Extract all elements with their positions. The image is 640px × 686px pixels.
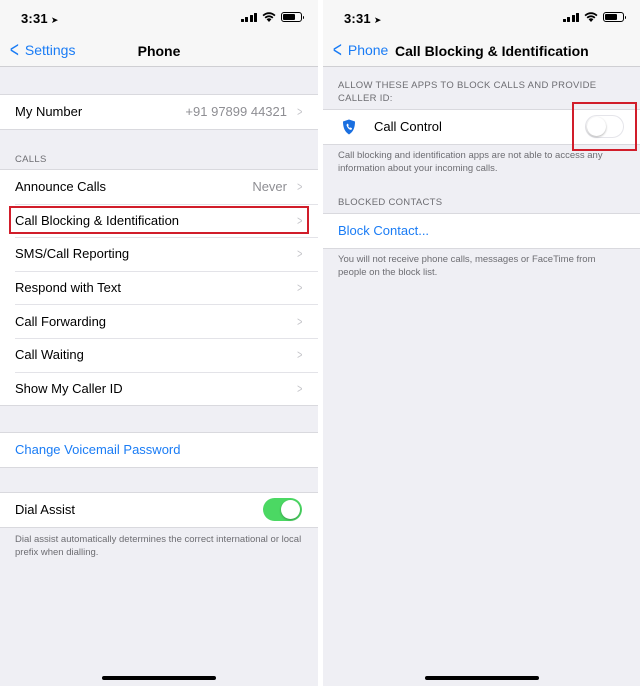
- dial-assist-row: Dial Assist: [0, 493, 318, 527]
- dial-assist-group: Dial Assist: [0, 492, 318, 528]
- chevron-right-icon: >: [297, 212, 303, 228]
- location-arrow-icon: ➤: [373, 15, 382, 25]
- announce-calls-row[interactable]: Announce Calls Never >: [0, 170, 318, 204]
- nav-bar: < Phone Call Blocking & Identification: [323, 36, 640, 67]
- shield-phone-icon: [343, 119, 355, 135]
- call-forwarding-row[interactable]: Call Forwarding >: [0, 304, 318, 338]
- chevron-right-icon: >: [297, 179, 303, 195]
- toggle-knob: [587, 117, 606, 137]
- back-button[interactable]: < Phone: [331, 37, 389, 62]
- sms-call-reporting-row[interactable]: SMS/Call Reporting >: [0, 237, 318, 271]
- nav-bar: < Settings Phone: [0, 36, 318, 67]
- row-label: Show My Caller ID: [15, 380, 123, 396]
- chevron-right-icon: >: [297, 313, 303, 329]
- block-contact-link[interactable]: Block Contact...: [338, 223, 429, 238]
- status-time: 3:31: [344, 11, 371, 26]
- chevron-right-icon: >: [297, 246, 303, 262]
- change-voicemail-password-row[interactable]: Change Voicemail Password: [0, 433, 318, 467]
- dial-assist-note: Dial assist automatically determines the…: [15, 534, 302, 558]
- phone-settings-screen: 3:31 ➤ < Settings Phone My Number +91 978…: [0, 0, 318, 686]
- voicemail-group: Change Voicemail Password: [0, 432, 318, 468]
- row-label: Announce Calls: [15, 179, 107, 195]
- calls-group: Announce Calls Never > Call Blocking & I…: [0, 169, 318, 407]
- call-blocking-screen: 3:31 ➤ < Phone Call Blocking & Identifica…: [323, 0, 640, 686]
- dial-assist-toggle[interactable]: [263, 498, 302, 522]
- allow-apps-note: Call blocking and identification apps ar…: [338, 150, 603, 174]
- my-number-row[interactable]: My Number +91 97899 44321 >: [0, 95, 318, 129]
- row-label: Respond with Text: [15, 280, 121, 296]
- chevron-right-icon: >: [297, 347, 303, 363]
- chevron-right-icon: >: [297, 280, 303, 296]
- status-bar: 3:31 ➤: [323, 0, 640, 36]
- row-label: SMS/Call Reporting: [15, 246, 130, 262]
- change-voicemail-password-link[interactable]: Change Voicemail Password: [15, 442, 180, 457]
- blocked-contacts-note: You will not receive phone calls, messag…: [338, 254, 596, 278]
- row-label: Dial Assist: [15, 502, 75, 518]
- row-value: +91 97899 44321: [185, 104, 287, 120]
- block-contact-row[interactable]: Block Contact...: [323, 214, 640, 248]
- status-bar: 3:31 ➤: [0, 0, 318, 36]
- call-control-toggle[interactable]: [585, 115, 624, 139]
- toggle-knob: [281, 500, 300, 520]
- row-label: Call Forwarding: [15, 313, 107, 329]
- signal-icon: [240, 12, 257, 22]
- status-time: 3:31: [21, 11, 48, 26]
- blocked-contacts-section-header: BLOCKED CONTACTS: [338, 197, 443, 208]
- page-title: Call Blocking & Identification: [395, 43, 589, 59]
- battery-icon: [281, 12, 304, 22]
- row-label: Call Waiting: [15, 347, 84, 363]
- location-arrow-icon: ➤: [50, 15, 59, 25]
- back-label: Phone: [347, 42, 389, 58]
- call-control-row: Call Control: [323, 110, 640, 144]
- app-label: Call Control: [374, 119, 442, 135]
- row-value: Never: [252, 179, 287, 195]
- show-caller-id-row[interactable]: Show My Caller ID >: [0, 371, 318, 406]
- battery-icon: [603, 12, 626, 22]
- blocked-contacts-group: Block Contact...: [323, 213, 640, 249]
- row-label: My Number: [15, 104, 83, 120]
- home-indicator[interactable]: [425, 676, 539, 680]
- respond-with-text-row[interactable]: Respond with Text >: [0, 270, 318, 305]
- call-waiting-row[interactable]: Call Waiting >: [0, 337, 318, 372]
- row-label: Call Blocking & Identification: [15, 212, 180, 228]
- blocking-apps-group: Call Control: [323, 109, 640, 145]
- signal-icon: [562, 12, 579, 22]
- calls-section-header: CALLS: [15, 154, 47, 165]
- chevron-right-icon: >: [297, 104, 303, 120]
- my-number-group: My Number +91 97899 44321 >: [0, 94, 318, 130]
- wifi-icon: [262, 12, 276, 22]
- wifi-icon: [584, 12, 598, 22]
- allow-apps-section-header: ALLOW THESE APPS TO BLOCK CALLS AND PROV…: [338, 80, 597, 104]
- page-title: Phone: [137, 43, 181, 59]
- call-blocking-row[interactable]: Call Blocking & Identification >: [0, 203, 318, 238]
- home-indicator[interactable]: [102, 676, 216, 680]
- chevron-right-icon: >: [297, 380, 303, 396]
- chevron-left-icon: <: [332, 37, 342, 62]
